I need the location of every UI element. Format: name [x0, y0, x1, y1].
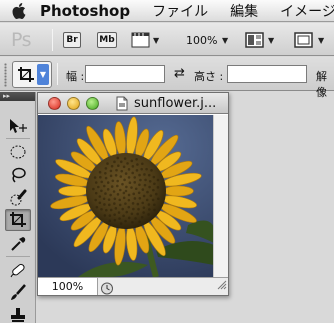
document-zoom-field[interactable]: 100% — [38, 278, 98, 295]
zoom-button[interactable] — [86, 97, 99, 110]
status-bar: 100% — [38, 277, 228, 295]
width-label: 幅 : — [66, 70, 85, 83]
spot-healing-brush-icon[interactable] — [5, 259, 31, 281]
vertical-scrollbar[interactable] — [213, 115, 228, 277]
bridge-button[interactable]: Br — [63, 32, 81, 48]
document-title: sunflower.j... — [134, 96, 217, 111]
grip-handle[interactable] — [4, 63, 7, 87]
chevron-down-icon[interactable]: ▼ — [153, 36, 159, 45]
screen-mode-icon[interactable] — [294, 31, 314, 53]
document-window: sunflower.j... 100% — [37, 92, 229, 296]
menu-edit[interactable]: 編集 — [230, 1, 258, 21]
menu-file[interactable]: ファイル — [152, 1, 208, 21]
menu-image[interactable]: イメージ — [280, 1, 334, 21]
divider — [6, 256, 30, 257]
tools-panel-header[interactable]: ▸▸ — [0, 92, 35, 101]
resolution-label: 解像 — [316, 70, 327, 99]
image-canvas[interactable] — [38, 115, 214, 277]
view-extras-icon[interactable] — [131, 31, 151, 53]
application-bar: Ps Br Mb ▼ 100% ▼ ▼ ▼ — [0, 23, 334, 56]
clone-stamp-tool-icon[interactable] — [5, 304, 31, 323]
lasso-tool-icon[interactable] — [5, 164, 31, 186]
height-field[interactable] — [227, 65, 307, 83]
marquee-tool-icon[interactable] — [5, 141, 31, 163]
chevron-down-icon[interactable]: ▼ — [318, 36, 324, 45]
move-tool-icon[interactable] — [5, 115, 31, 137]
arrange-documents-icon[interactable] — [245, 31, 265, 53]
tools-panel: ▸▸ — [0, 92, 36, 323]
zoom-dropdown-icon[interactable]: ▼ — [222, 36, 228, 45]
divider — [6, 138, 30, 139]
resize-grip-icon[interactable] — [215, 275, 227, 294]
document-file-icon — [116, 96, 128, 115]
chevron-down-icon[interactable]: ▼ — [268, 36, 274, 45]
divider — [57, 63, 58, 85]
crop-tool-icon[interactable] — [5, 209, 31, 231]
options-bar: ▼ 幅 : ⇄ 高さ : 解像 — [0, 57, 334, 99]
document-title-bar[interactable]: sunflower.j... — [38, 93, 228, 114]
menu-bar: Photoshop ファイル 編集 イメージ — [0, 0, 334, 22]
chevron-down-icon[interactable]: ▼ — [37, 64, 49, 85]
quick-selection-tool-icon[interactable] — [5, 187, 31, 209]
divider — [52, 29, 53, 51]
close-button[interactable] — [48, 97, 61, 110]
tool-preset-picker[interactable]: ▼ — [12, 61, 52, 88]
ps-logo: Ps — [11, 29, 32, 51]
width-field[interactable] — [85, 65, 165, 83]
zoom-level[interactable]: 100% — [186, 34, 217, 47]
brush-tool-icon[interactable] — [5, 282, 31, 304]
menu-app-name[interactable]: Photoshop — [40, 2, 130, 20]
swap-arrows-icon[interactable]: ⇄ — [174, 66, 185, 81]
minimize-button[interactable] — [67, 97, 80, 110]
eyedropper-tool-icon[interactable] — [5, 233, 31, 255]
mini-bridge-button[interactable]: Mb — [97, 32, 117, 48]
crop-icon — [18, 67, 34, 82]
height-label: 高さ : — [194, 70, 224, 83]
apple-logo-icon[interactable] — [12, 0, 26, 22]
status-menu-icon[interactable] — [100, 280, 114, 295]
